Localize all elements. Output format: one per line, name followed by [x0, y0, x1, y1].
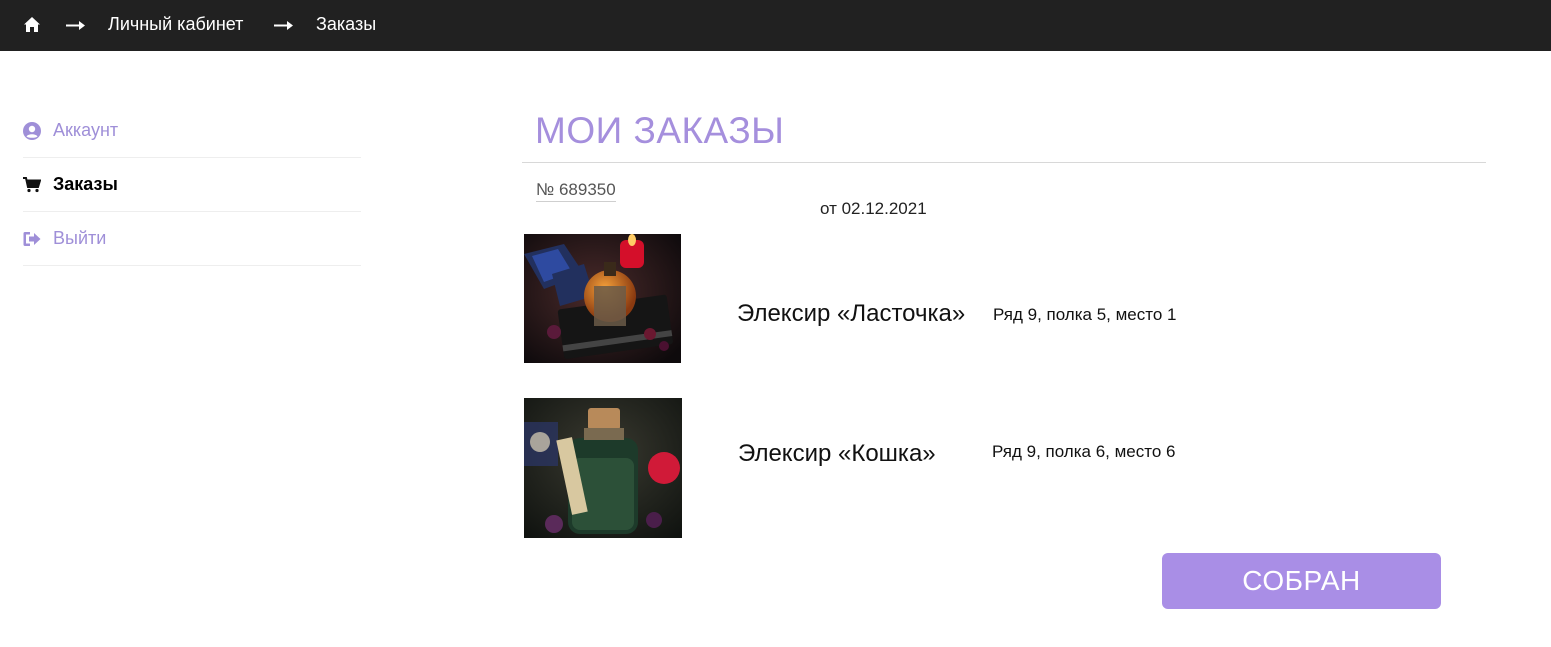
- sidebar-item-account[interactable]: Аккаунт: [23, 104, 361, 158]
- product-location: Ряд 9, полка 5, место 1: [993, 305, 1177, 324]
- product-image-koshka: [524, 398, 682, 538]
- breadcrumb-orders: Заказы: [316, 14, 377, 34]
- sidebar-item-label: Выйти: [53, 228, 107, 248]
- home-icon[interactable]: [23, 16, 41, 33]
- sidebar: Аккаунт Заказы Выйти: [23, 104, 361, 266]
- sidebar-item-label: Заказы: [53, 174, 118, 194]
- sidebar-item-label: Аккаунт: [53, 120, 119, 140]
- order-status-button[interactable]: СОБРАН: [1162, 553, 1441, 609]
- sidebar-item-logout[interactable]: Выйти: [23, 212, 361, 266]
- product-image-lastochka: [524, 234, 681, 363]
- page-title: МОИ ЗАКАЗЫ: [535, 110, 785, 151]
- top-breadcrumb-bar: Личный кабинет Заказы: [0, 0, 1551, 51]
- sign-out-icon: [23, 229, 43, 249]
- breadcrumb-account[interactable]: Личный кабинет: [108, 14, 243, 35]
- user-circle-icon: [23, 121, 43, 141]
- order-date: от 02.12.2021: [820, 199, 927, 218]
- product-name: Элексир «Ласточка»: [737, 300, 966, 327]
- sidebar-item-orders[interactable]: Заказы: [23, 158, 361, 212]
- arrow-right-icon: [66, 21, 85, 30]
- cart-icon: [23, 175, 43, 195]
- product-name: Элексир «Кошка»: [738, 440, 936, 467]
- order-number-link[interactable]: № 689350: [536, 180, 616, 202]
- title-divider: [522, 162, 1486, 163]
- arrow-right-icon: [274, 21, 293, 30]
- product-location: Ряд 9, полка 6, место 6: [992, 442, 1176, 461]
